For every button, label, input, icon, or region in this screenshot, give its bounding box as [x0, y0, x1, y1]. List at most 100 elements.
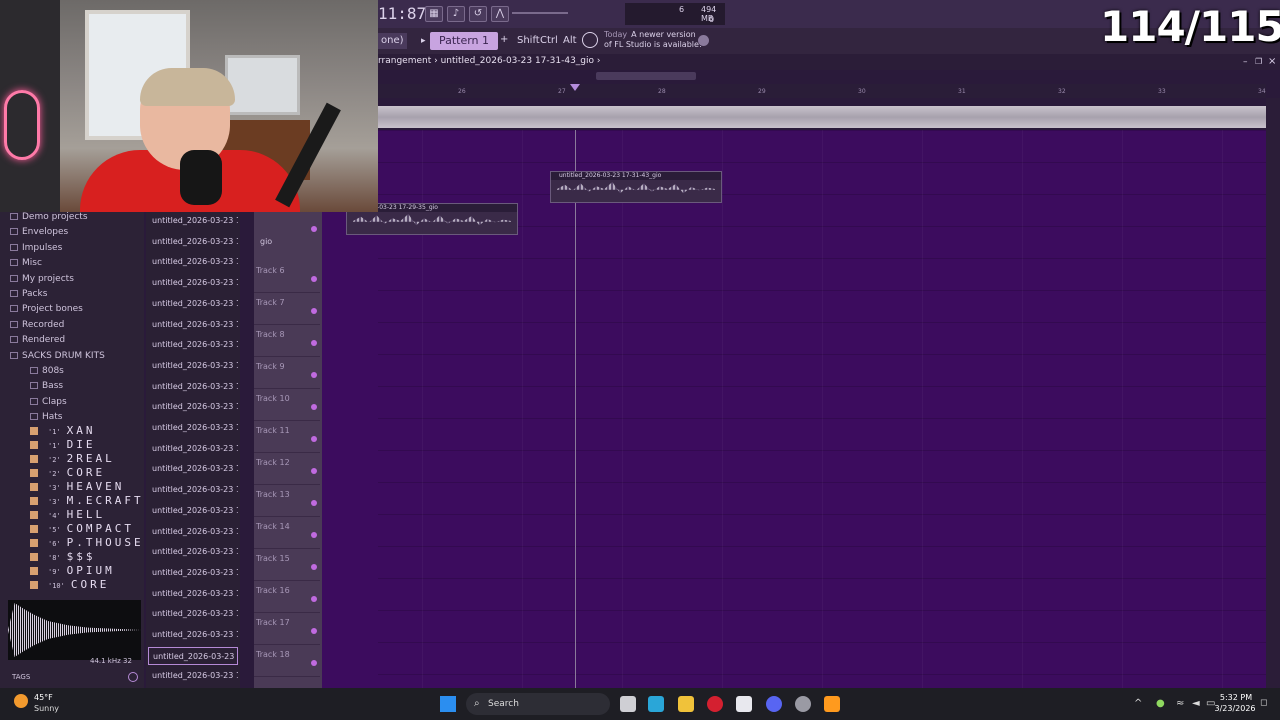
keyboard-icon[interactable]: ▦ [425, 6, 443, 22]
recorded-file-item[interactable]: untitled_2026-03-23 17-... [148, 336, 238, 354]
taskbar-search[interactable]: Search [466, 693, 610, 715]
track-mute-icon[interactable] [311, 372, 317, 378]
update-notice[interactable]: Today A newer version of FL Studio is ava… [604, 30, 704, 50]
windows-start-icon[interactable] [440, 696, 456, 712]
track-header[interactable]: Track 11 [254, 422, 320, 453]
drum-kit-folder[interactable]: '1' XAN [30, 424, 96, 437]
browser-folder[interactable]: Recorded [10, 320, 64, 330]
track-mute-icon[interactable] [311, 404, 317, 410]
track-header[interactable]: Track 7 [254, 294, 320, 325]
browser-folder[interactable]: Misc [10, 258, 42, 268]
drum-kit-folder[interactable]: '2' CORE [30, 466, 105, 479]
browser-folder[interactable]: Impulses [10, 243, 62, 253]
browser-folder[interactable]: Demo projects [10, 212, 88, 222]
recorded-file-item[interactable]: untitled_2026-03-23 17-... [148, 605, 238, 623]
browser-folder[interactable]: Rendered [10, 335, 65, 345]
browser-folder[interactable]: SACKS DRUM KITS [10, 351, 105, 361]
browser-folder[interactable]: Packs [10, 289, 47, 299]
recorded-file-item[interactable]: untitled_2026-03-23 17-... [148, 398, 238, 416]
track-mute-icon[interactable] [311, 532, 317, 538]
track-header[interactable]: Track 15 [254, 550, 320, 581]
master-volume-slider[interactable] [512, 12, 568, 14]
pattern-selector[interactable]: Pattern 1 [430, 32, 498, 50]
recorded-file-item[interactable]: untitled_2026-03-23 17-... [148, 212, 238, 230]
typing-keyboard-icon[interactable]: ♪ [447, 6, 465, 22]
fl-studio-icon[interactable] [824, 696, 840, 712]
track-header[interactable]: Track 6 [254, 262, 320, 293]
weather-temp[interactable]: 45°F [34, 693, 53, 702]
recorded-file-item[interactable]: untitled_2026-03-23 17-... [148, 274, 238, 292]
recorded-file-item[interactable]: untitled_2026-03-23 17-... [148, 543, 238, 561]
recorded-file-item[interactable]: untitled_2026-03-23 17-... [148, 253, 238, 271]
drum-kit-folder[interactable]: '9' OPIUM [30, 564, 115, 577]
metronome-icon[interactable]: ⋀ [491, 6, 509, 22]
recorded-file-item[interactable]: untitled_2026-03-23 17-... [148, 481, 238, 499]
volume-icon[interactable]: ◄ [1192, 698, 1200, 709]
maximize-icon[interactable]: ❐ [1255, 57, 1262, 66]
track-mute-icon[interactable] [311, 660, 317, 666]
browser-folder[interactable]: My projects [10, 274, 74, 284]
news-icon[interactable] [582, 32, 598, 48]
track-header[interactable]: Track 9 [254, 358, 320, 389]
drum-kit-folder[interactable]: '10' CORE [30, 578, 109, 591]
browser-folder[interactable]: Claps [30, 397, 67, 407]
alt-button[interactable]: Alt [560, 33, 580, 49]
recorded-file-item[interactable]: untitled_2026-03-23 17-... [148, 667, 238, 685]
track-header[interactable]: Track 16 [254, 582, 320, 613]
drum-kit-folder[interactable]: '6' P.THOUSE [30, 536, 144, 549]
track-header[interactable]: Track 12 [254, 454, 320, 485]
drum-kit-folder[interactable]: '2' 2REAL [30, 452, 115, 465]
recorded-file-item[interactable]: untitled_2026-03-23 17-... [148, 419, 238, 437]
drum-kit-folder[interactable]: '5' COMPACT [30, 522, 134, 535]
track-header[interactable]: Track 8 [254, 326, 320, 357]
recorded-file-item[interactable]: untitled_2026-03-23 17-... [148, 357, 238, 375]
track-header[interactable]: Track 17 [254, 614, 320, 645]
browser-folder[interactable]: Envelopes [10, 227, 68, 237]
track-header[interactable]: Track 18 [254, 646, 320, 677]
song-position-display[interactable]: 11:87 [378, 4, 426, 23]
ctrl-button[interactable]: Ctrl [537, 33, 561, 49]
taskbar-date[interactable]: 3/23/2026 [1210, 704, 1260, 713]
track-header[interactable]: Track 10 [254, 390, 320, 421]
track-header[interactable]: Track 14 [254, 518, 320, 549]
minimize-icon[interactable]: – [1243, 57, 1248, 67]
drum-kit-folder[interactable]: '8' $$$ [30, 550, 96, 563]
recorded-file-item[interactable]: untitled_2026-03-23 17-... [148, 440, 238, 458]
audio-clip[interactable]: untitled_2026-03-23 17-31-43_gio [550, 171, 722, 203]
chrome-icon[interactable] [795, 696, 811, 712]
opera-icon[interactable] [707, 696, 723, 712]
wifi-icon[interactable]: ≈ [1176, 698, 1184, 709]
browser-folder[interactable]: Hats [30, 412, 63, 422]
track-mute-icon[interactable] [311, 468, 317, 474]
file-explorer-icon[interactable] [678, 696, 694, 712]
playhead-marker-icon[interactable] [570, 84, 580, 91]
track-mute-icon[interactable] [311, 628, 317, 634]
vertical-scrollbar[interactable] [1266, 98, 1280, 688]
notification-icon[interactable]: ◻ [1260, 698, 1267, 708]
pattern-prev-icon[interactable]: ▸ [421, 36, 426, 46]
search-icon[interactable] [128, 672, 138, 682]
weather-sun-icon[interactable] [14, 694, 28, 708]
track-mute-icon[interactable] [311, 596, 317, 602]
track-name-gio[interactable]: gio [260, 237, 272, 246]
recorded-file-item[interactable]: untitled_2026-03-23 17-... [148, 646, 238, 665]
recorded-file-item[interactable]: untitled_2026-03-23 17-... [148, 233, 238, 251]
tags-label[interactable]: TAGS [12, 673, 30, 681]
track-mute-icon[interactable] [311, 276, 317, 282]
track-mute-icon[interactable] [311, 226, 317, 232]
timeline-ruler[interactable] [378, 84, 1266, 98]
drum-kit-folder[interactable]: '3' HEAVEN [30, 480, 124, 493]
drum-kit-folder[interactable]: '4' HELL [30, 508, 105, 521]
online-icon[interactable] [698, 35, 709, 46]
drum-kit-folder[interactable]: '3' M.ECRAFT [30, 494, 144, 507]
drum-kit-folder[interactable]: '1' DIE [30, 438, 96, 451]
recorded-file-item[interactable]: untitled_2026-03-23 17-... [148, 378, 238, 396]
taskbar-time[interactable]: 5:32 PM [1214, 693, 1258, 702]
task-view-icon[interactable] [620, 696, 636, 712]
recorded-file-item[interactable]: untitled_2026-03-23 17-... [148, 460, 238, 478]
recorded-file-item[interactable]: untitled_2026-03-23 17-... [148, 502, 238, 520]
recorded-file-item[interactable]: untitled_2026-03-23 17-... [148, 564, 238, 582]
recorded-file-item[interactable]: untitled_2026-03-23 17-... [148, 626, 238, 644]
add-pattern-icon[interactable]: + [500, 34, 508, 45]
browser-folder[interactable]: Bass [30, 381, 63, 391]
